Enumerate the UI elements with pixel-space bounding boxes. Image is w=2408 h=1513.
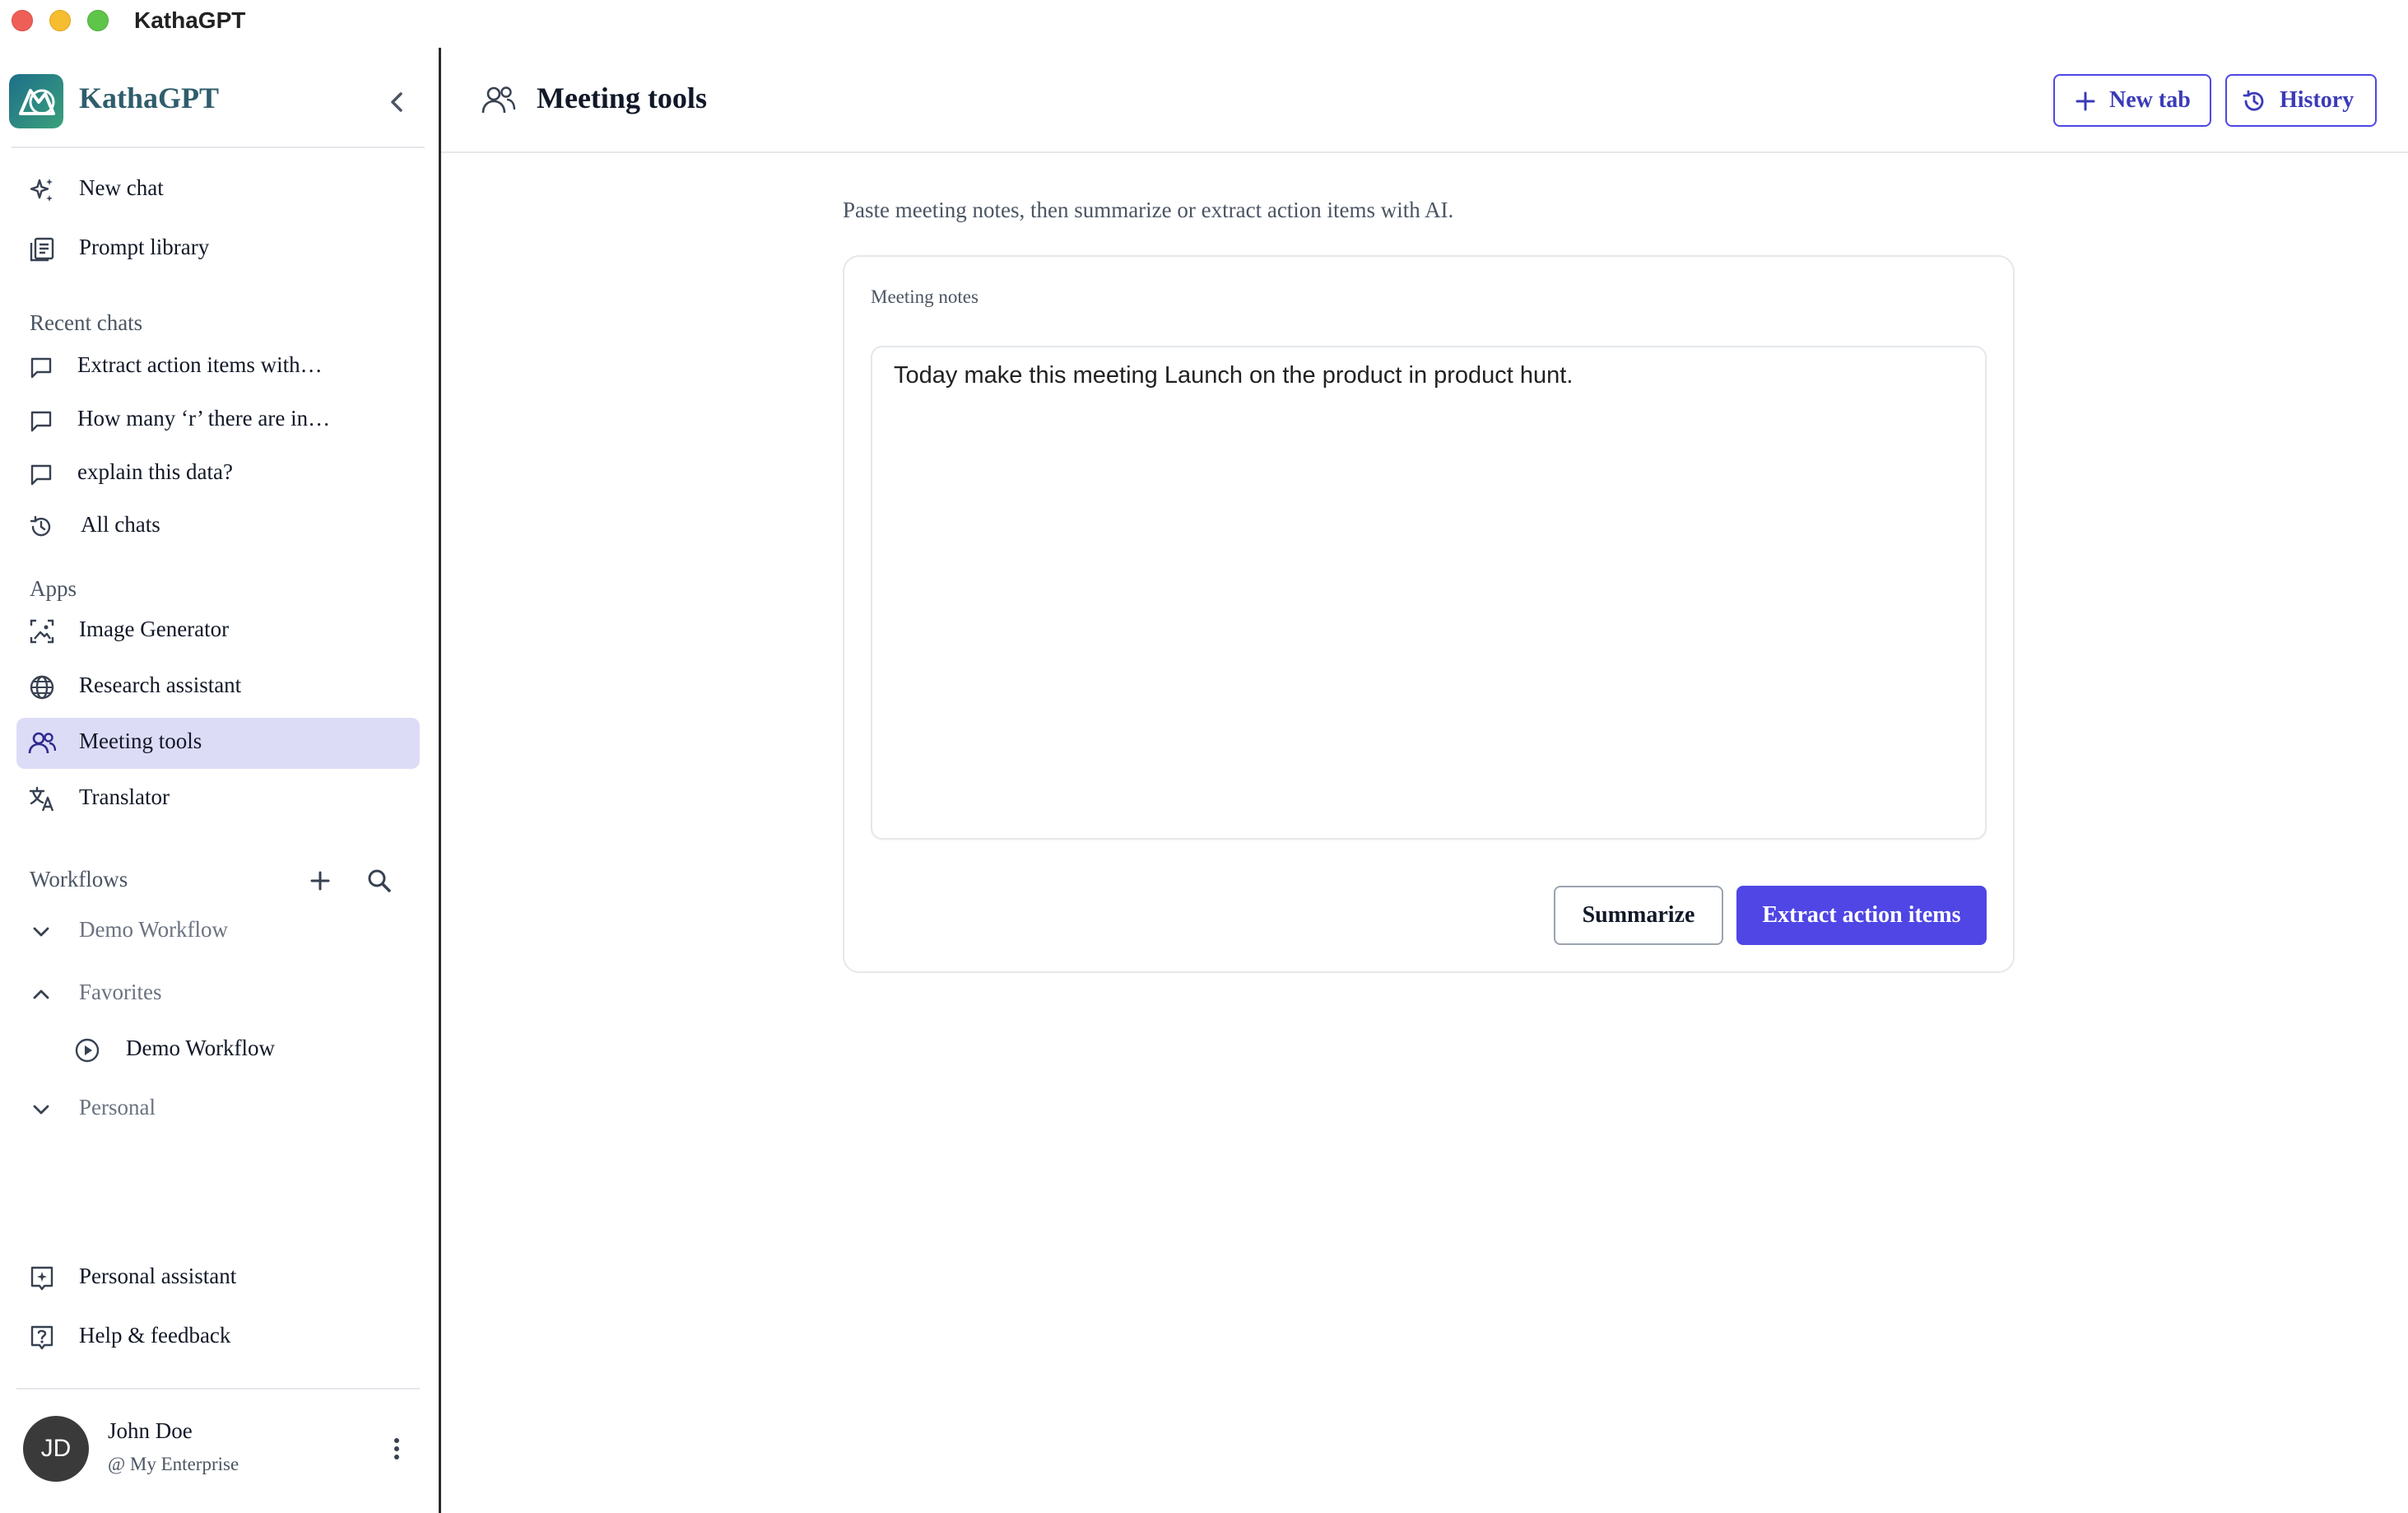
apps-heading: Apps xyxy=(30,576,77,601)
page-title: Meeting tools xyxy=(537,81,707,114)
meeting-notes-text: Today make this meeting Launch on the pr… xyxy=(894,362,1574,389)
sidebar-item-meeting-tools[interactable]: Meeting tools xyxy=(16,718,420,769)
extract-action-items-button[interactable]: Extract action items xyxy=(1736,886,1987,945)
assistant-icon xyxy=(28,1264,56,1292)
sidebar-footer-rule xyxy=(16,1388,420,1390)
sidebar-item-label: Translator xyxy=(79,784,170,809)
sidebar-item-label: Meeting tools xyxy=(79,729,202,753)
workflow-group-personal[interactable]: Personal xyxy=(16,1087,420,1133)
zoom-window-button[interactable] xyxy=(87,10,109,31)
image-generator-icon xyxy=(28,617,56,645)
users-icon xyxy=(28,729,56,757)
sidebar-item-all-chats[interactable]: All chats xyxy=(16,504,420,550)
play-circle-icon xyxy=(74,1037,100,1064)
meeting-notes-textarea[interactable]: Today make this meeting Launch on the pr… xyxy=(871,346,1987,840)
chevron-up-icon xyxy=(28,981,54,1008)
history-label: History xyxy=(2280,87,2355,113)
recent-chats-heading: Recent chats xyxy=(30,310,143,335)
page-description: Paste meeting notes, then summarize or e… xyxy=(843,198,1454,222)
brand-logo-icon xyxy=(9,74,63,128)
chat-bubble-icon xyxy=(28,407,54,434)
sidebar-item-translator[interactable]: Translator xyxy=(16,774,420,825)
sidebar-item-label: Research assistant xyxy=(79,673,242,697)
more-vertical-icon xyxy=(394,1438,399,1459)
summarize-button[interactable]: Summarize xyxy=(1554,886,1723,945)
workflow-group-label: Personal xyxy=(79,1095,156,1120)
all-chats-label: All chats xyxy=(81,512,160,537)
history-icon xyxy=(2242,89,2266,114)
sidebar-item-prompt-library[interactable]: Prompt library xyxy=(16,224,420,275)
plus-icon xyxy=(2073,89,2098,114)
sidebar-item-help-feedback[interactable]: Help & feedback xyxy=(16,1312,420,1363)
sidebar-item-label: Image Generator xyxy=(79,617,230,641)
meeting-notes-label: Meeting notes xyxy=(871,286,979,307)
recent-chat-label: explain this data? xyxy=(77,459,233,484)
history-button[interactable]: History xyxy=(2225,74,2377,127)
sidebar-item-label: Personal assistant xyxy=(79,1264,237,1288)
sidebar-item-label: Prompt library xyxy=(79,235,210,259)
workflow-group-label: Demo Workflow xyxy=(79,917,229,942)
new-tab-button[interactable]: New tab xyxy=(2053,74,2211,127)
chevron-left-icon xyxy=(391,92,402,112)
chevron-down-icon xyxy=(28,919,54,945)
minimize-window-button[interactable] xyxy=(49,10,71,31)
chat-bubble-icon xyxy=(28,354,54,380)
window-titlebar: KathaGPT xyxy=(0,0,2408,44)
recent-chat-label: How many ‘r’ there are in… xyxy=(77,406,331,431)
recent-chat-label: Extract action items with… xyxy=(77,352,323,377)
search-icon xyxy=(368,869,391,892)
workflow-group-label: Favorites xyxy=(79,980,162,1004)
workflow-item-demo[interactable]: Demo Workflow xyxy=(16,1027,420,1073)
sparkles-icon xyxy=(28,176,56,204)
plus-icon xyxy=(310,871,330,891)
sidebar-rule xyxy=(12,147,425,148)
sidebar-item-label: New chat xyxy=(79,175,164,200)
add-workflow-button[interactable] xyxy=(304,864,337,897)
close-window-button[interactable] xyxy=(12,10,33,31)
globe-icon xyxy=(28,673,56,701)
history-icon xyxy=(28,514,54,540)
user-menu-button[interactable] xyxy=(380,1432,413,1465)
chat-bubble-icon xyxy=(28,461,54,487)
brand-name: KathaGPT xyxy=(79,81,220,114)
workflow-group-demo[interactable]: Demo Workflow xyxy=(16,909,420,955)
workflows-heading: Workflows xyxy=(30,867,128,892)
sidebar-divider xyxy=(439,48,441,1513)
avatar[interactable]: JD xyxy=(23,1416,89,1482)
recent-chat-item[interactable]: How many ‘r’ there are in… xyxy=(16,398,420,444)
sidebar-item-new-chat[interactable]: New chat xyxy=(16,165,420,216)
sidebar-item-label: Help & feedback xyxy=(79,1323,231,1348)
sidebar-item-image-generator[interactable]: Image Generator xyxy=(16,606,420,657)
recent-chat-item[interactable]: Extract action items with… xyxy=(16,344,420,390)
translate-icon xyxy=(28,785,56,813)
window-title: KathaGPT xyxy=(134,7,246,33)
user-org: @ My Enterprise xyxy=(108,1454,239,1474)
sidebar-item-personal-assistant[interactable]: Personal assistant xyxy=(16,1253,420,1304)
new-tab-label: New tab xyxy=(2109,87,2191,113)
workflow-item-label: Demo Workflow xyxy=(126,1036,276,1060)
sidebar-item-research-assistant[interactable]: Research assistant xyxy=(16,662,420,713)
collapse-sidebar-button[interactable] xyxy=(380,85,415,119)
user-name: John Doe xyxy=(108,1418,193,1443)
recent-chat-item[interactable]: explain this data? xyxy=(16,451,420,497)
chevron-down-icon xyxy=(28,1096,54,1123)
search-workflows-button[interactable] xyxy=(363,864,396,897)
library-icon xyxy=(28,235,56,263)
workflow-group-favorites[interactable]: Favorites xyxy=(16,971,420,1017)
users-icon xyxy=(481,82,517,119)
help-icon xyxy=(28,1324,56,1352)
